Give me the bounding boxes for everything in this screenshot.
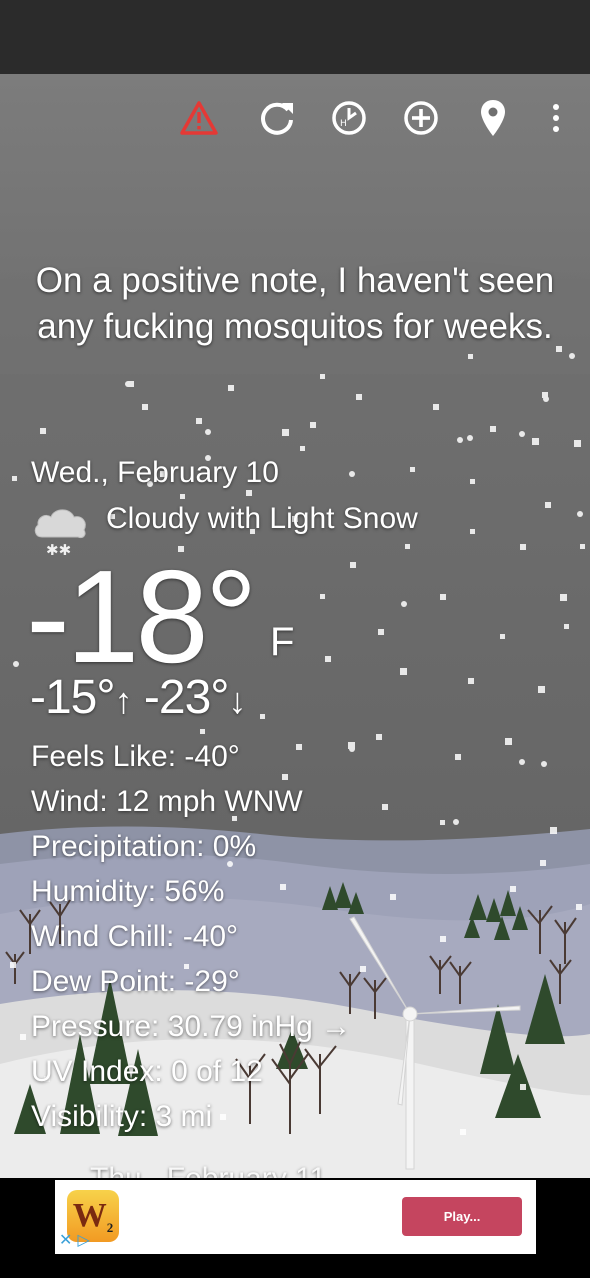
ad-app-badge: 2 (106, 1220, 114, 1235)
high-arrow-icon: ↑ (114, 680, 133, 721)
high-temperature: -15° (30, 671, 116, 724)
temperature-unit: F (270, 620, 295, 664)
visibility: Visibility: 3 mi (31, 1100, 213, 1133)
next-day-header[interactable]: Thu., February 11 (90, 1162, 326, 1178)
status-bar (0, 0, 590, 74)
history-icon[interactable]: H (327, 96, 371, 140)
location-pin-icon[interactable] (471, 96, 515, 140)
more-vert-icon[interactable] (534, 96, 578, 140)
funny-quote: On a positive note, I haven't seen any f… (35, 261, 555, 346)
weather-details: Feels Like: -40° Wind: 12 mph WNW Precip… (31, 734, 351, 1139)
wind: Wind: 12 mph WNW (31, 785, 303, 818)
low-temperature: -23° (143, 671, 230, 724)
refresh-icon[interactable] (255, 96, 299, 140)
toolbar: H (0, 74, 590, 160)
low-arrow-icon: ↓ (228, 680, 247, 721)
humidity: Humidity: 56% (31, 875, 225, 908)
adchoices-icon[interactable]: ✕ ▷ (59, 1230, 90, 1249)
precipitation: Precipitation: 0% (31, 830, 257, 863)
feels-like: Feels Like: -40° (31, 740, 240, 773)
add-location-icon[interactable] (399, 96, 443, 140)
condition-text: Cloudy with Light Snow (106, 502, 418, 535)
warning-icon[interactable] (177, 96, 221, 140)
uv-index: UV Index: 0 of 12 (31, 1055, 263, 1088)
pressure: Pressure: 30.79 inHg → (31, 1010, 352, 1043)
ad-banner: W2 ✕ ▷ Play... (0, 1178, 590, 1278)
ad-play-button[interactable]: Play... (402, 1197, 522, 1236)
current-date: Wed., February 10 (31, 456, 279, 489)
ad-card[interactable]: W2 ✕ ▷ Play... (55, 1180, 536, 1254)
wind-chill: Wind Chill: -40° (31, 920, 239, 953)
weather-app: H On a positive note, I haven't seen any… (0, 74, 590, 1178)
high-low-temperatures: -15°↑ -23°↓ (30, 670, 247, 725)
svg-text:H: H (340, 119, 347, 129)
dew-point: Dew Point: -29° (31, 965, 240, 998)
